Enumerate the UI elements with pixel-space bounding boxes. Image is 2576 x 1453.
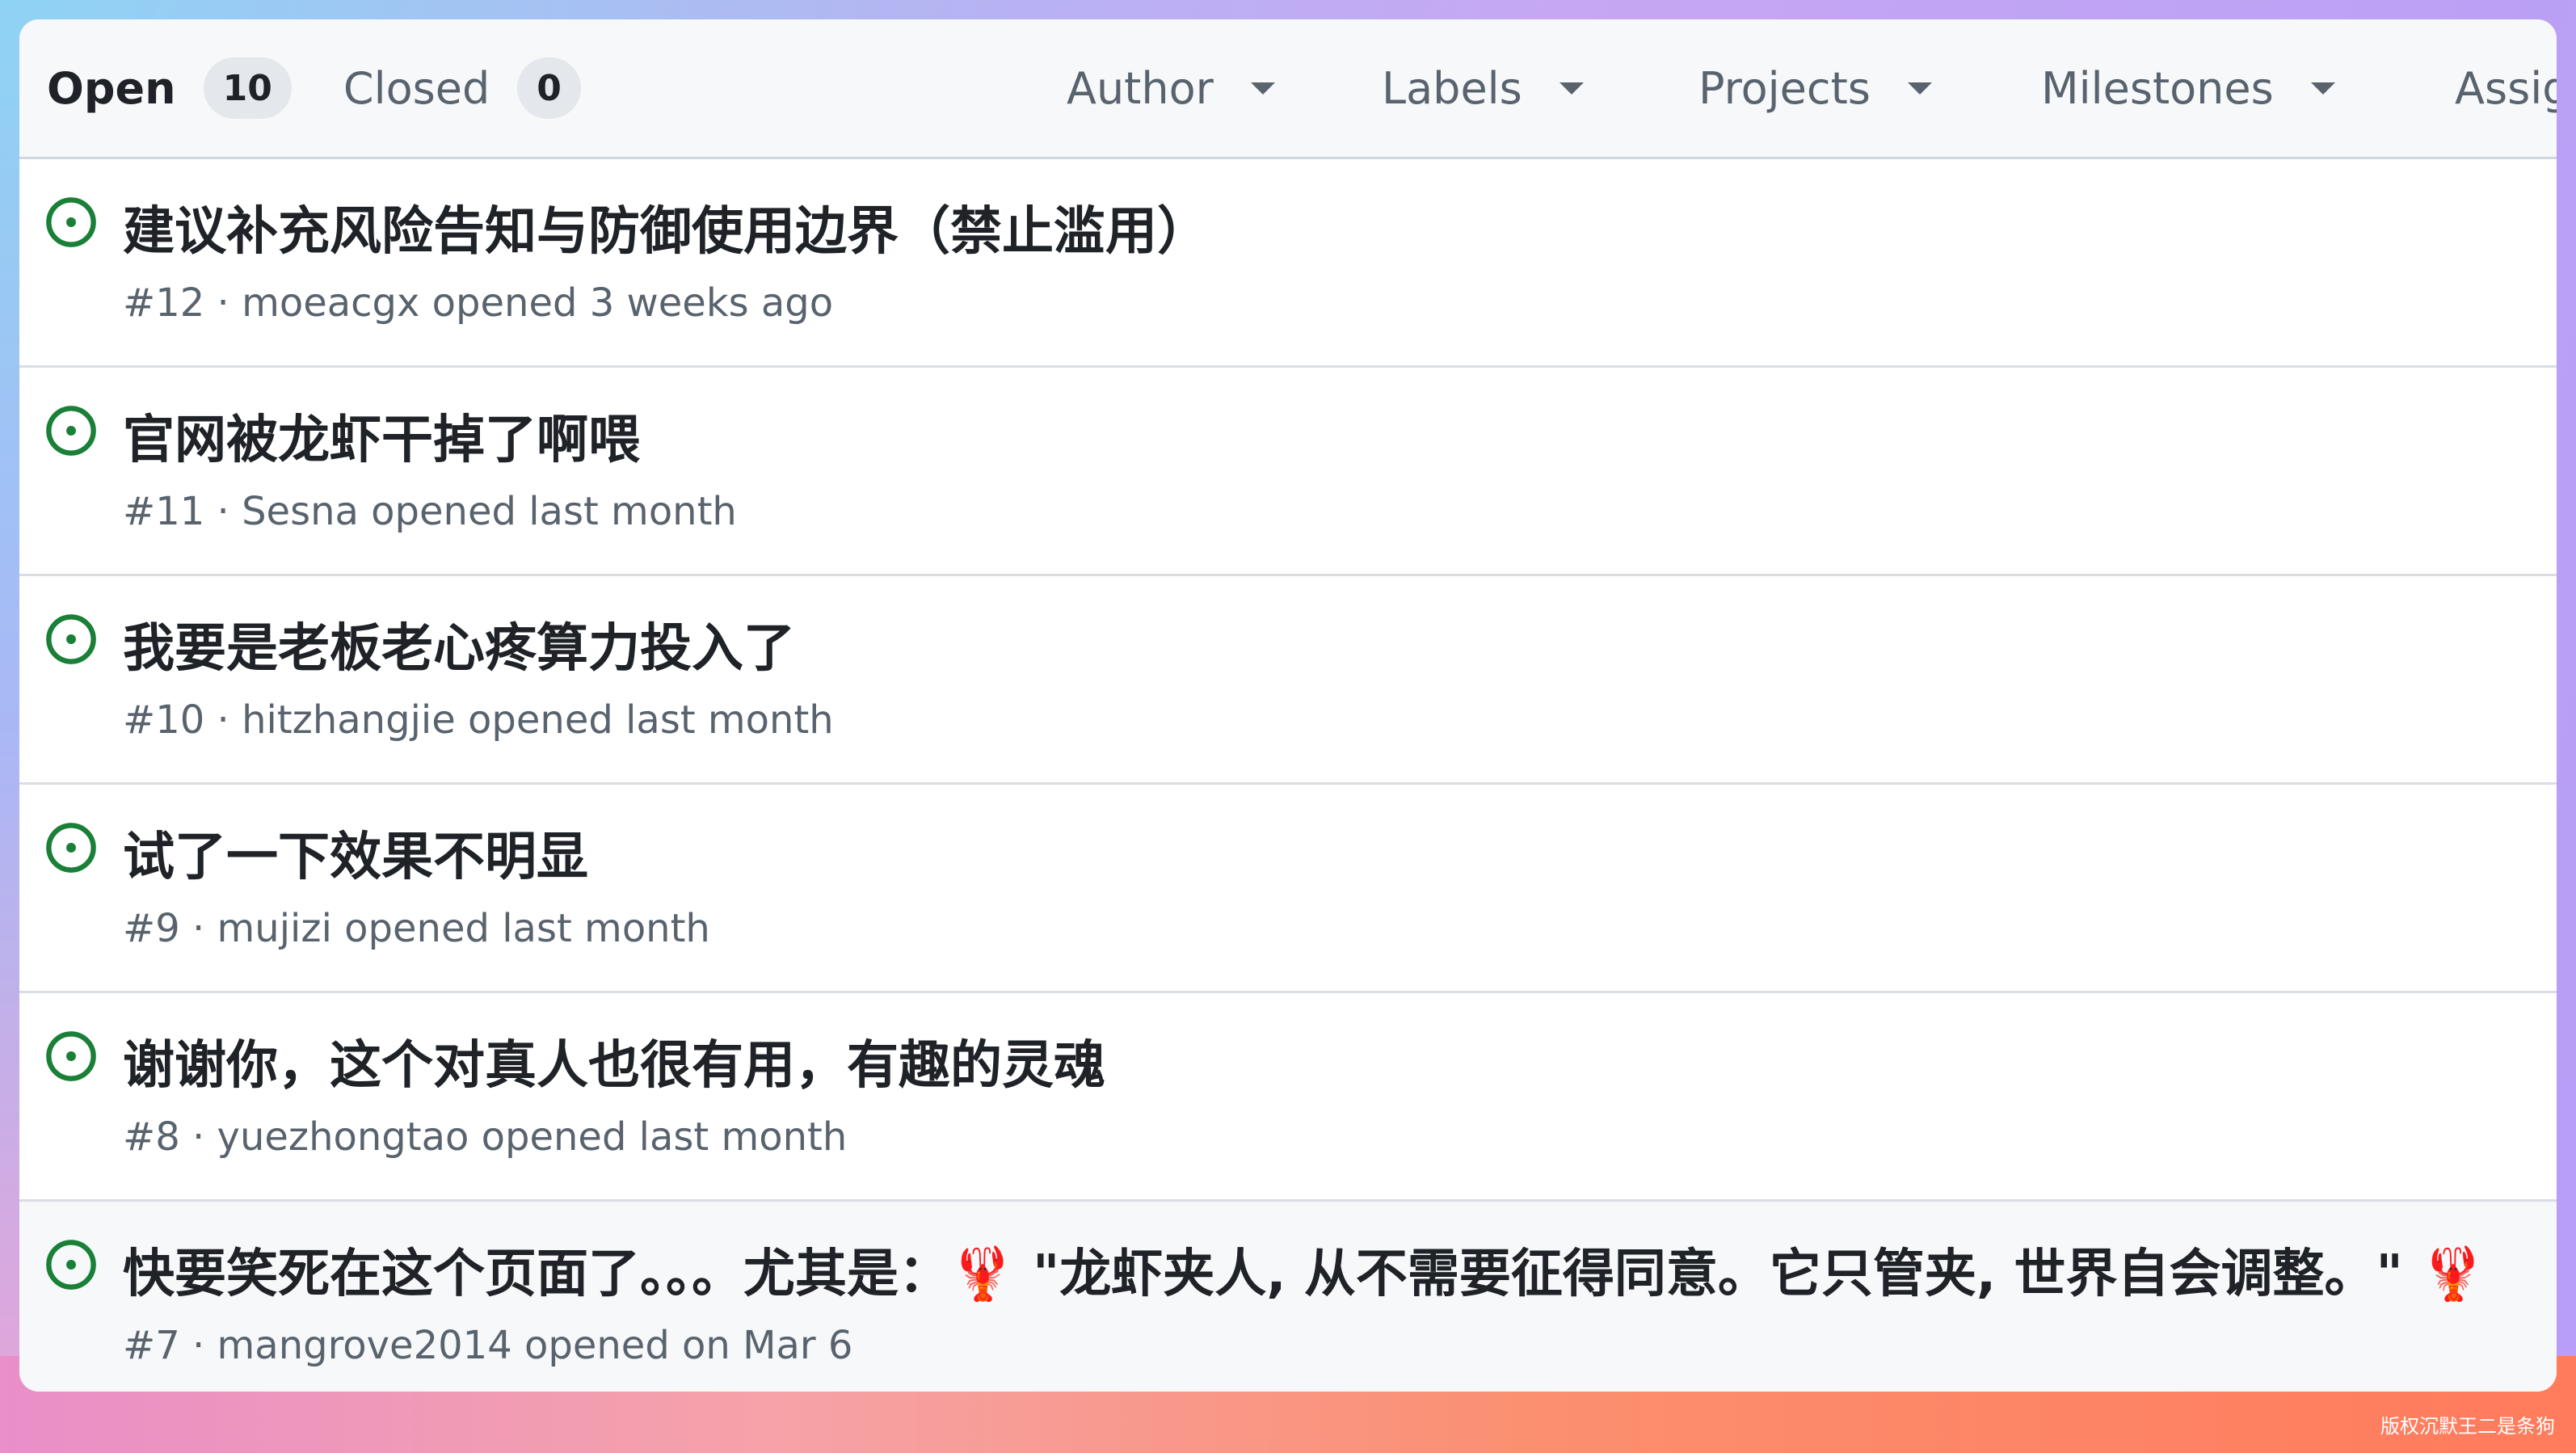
issue-meta: #7 · mangrove2014 opened on Mar 6 [123,1323,853,1368]
assignee-filter-label: Assig [2455,62,2557,114]
triangle-down-icon [1559,82,1584,95]
issue-row[interactable]: 官网被龙虾干掉了啊喂 #11 · Sesna opened last month [19,368,2557,576]
issue-meta: #10 · hitzhangjie opened last month [123,697,834,743]
issue-meta: #11 · Sesna opened last month [123,489,737,534]
issue-meta: #12 · moeacgx opened 3 weeks ago [123,280,834,326]
milestones-filter[interactable]: Milestones [2041,19,2335,157]
projects-filter[interactable]: Projects [1698,19,1932,157]
triangle-down-icon [2310,82,2335,95]
labels-filter[interactable]: Labels [1382,19,1584,157]
issue-title-link[interactable]: 谢谢你，这个对真人也很有用，有趣的灵魂 [123,1024,1105,1098]
projects-filter-label: Projects [1698,62,1871,114]
issue-title-link[interactable]: 官网被龙虾干掉了啊喂 [123,398,640,473]
issue-opened-icon [46,197,96,247]
issue-row[interactable]: 试了一下效果不明显 #9 · mujizi opened last month [19,785,2557,993]
assignee-filter[interactable]: Assig [2455,19,2557,157]
labels-filter-label: Labels [1382,62,1522,114]
issue-opened-icon [46,823,96,873]
background-left [0,0,19,1453]
issue-opened-icon [46,1031,96,1081]
watermark: 版权沉默王二是条狗 [2380,1415,2555,1438]
closed-count-badge: 0 [517,57,581,119]
tab-open-label: Open [47,62,176,114]
author-filter[interactable]: Author [1067,19,1275,157]
issue-row[interactable]: 谢谢你，这个对真人也很有用，有趣的灵魂 #8 · yuezhongtao ope… [19,993,2557,1202]
open-count-badge: 10 [203,57,292,119]
issue-row[interactable]: 快要笑死在这个页面了。。。尤其是：🦞 "龙虾夹人, 从不需要征得同意。它只管夹,… [19,1202,2557,1392]
tab-closed[interactable]: Closed 0 [343,57,581,119]
issue-title-link[interactable]: 快要笑死在这个页面了。。。尤其是：🦞 "龙虾夹人, 从不需要征得同意。它只管夹,… [123,1232,2486,1307]
tab-open[interactable]: Open 10 [47,57,292,119]
issue-title-link[interactable]: 建议补充风险告知与防御使用边界（禁止滥用） [123,190,1209,264]
issues-toolbar: Open 10 Closed 0 Author Labels Projects … [19,19,2557,159]
triangle-down-icon [1250,82,1275,95]
author-filter-label: Author [1067,62,1214,114]
tab-closed-label: Closed [343,62,490,114]
issue-title-link[interactable]: 试了一下效果不明显 [123,815,588,890]
issue-row[interactable]: 我要是老板老心疼算力投入了 #10 · hitzhangjie opened l… [19,576,2557,785]
issue-meta: #8 · yuezhongtao opened last month [123,1114,848,1160]
milestones-filter-label: Milestones [2041,62,2274,114]
issues-panel: Open 10 Closed 0 Author Labels Projects … [19,19,2557,1392]
issue-title-link[interactable]: 我要是老板老心疼算力投入了 [123,607,795,681]
issue-opened-icon [46,406,96,456]
issue-meta: #9 · mujizi opened last month [123,906,710,951]
triangle-down-icon [1907,82,1932,95]
issue-opened-icon [46,1240,96,1290]
issue-row[interactable]: 建议补充风险告知与防御使用边界（禁止滥用） #12 · moeacgx open… [19,159,2557,368]
issue-opened-icon [46,614,96,664]
